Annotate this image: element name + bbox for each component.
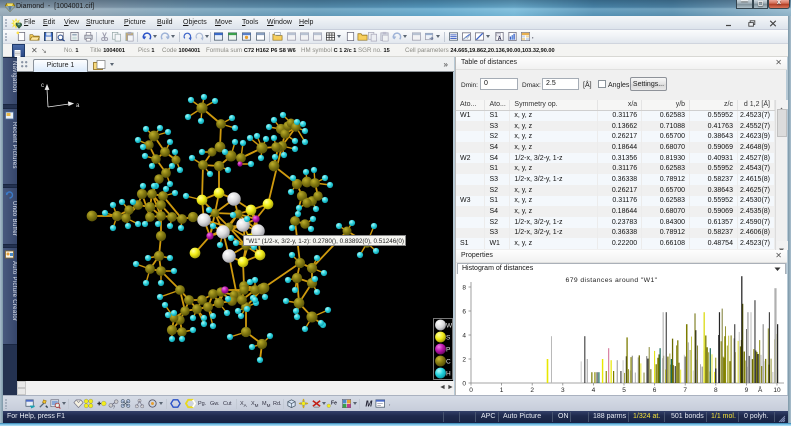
svg-text:P: P — [446, 347, 450, 354]
svg-text:6: 6 — [653, 387, 657, 394]
svg-text:c: c — [41, 83, 44, 89]
svg-text:8: 8 — [714, 387, 718, 394]
svg-text:2: 2 — [530, 387, 534, 394]
svg-text:9: 9 — [745, 387, 749, 394]
svg-text:W: W — [446, 323, 452, 330]
svg-text:a: a — [76, 103, 80, 109]
svg-text:10: 10 — [773, 387, 781, 394]
svg-text:Fe: Fe — [331, 400, 337, 406]
svg-text:0: 0 — [462, 381, 466, 388]
svg-text:S: S — [446, 335, 451, 342]
svg-text:A: A — [498, 36, 502, 42]
svg-text:H: H — [446, 371, 451, 378]
svg-text:5: 5 — [622, 387, 626, 394]
svg-text:Å: Å — [758, 385, 763, 394]
svg-text:7: 7 — [683, 387, 687, 394]
svg-text:4: 4 — [592, 387, 596, 394]
svg-text:C: C — [446, 359, 451, 366]
svg-text:M: M — [365, 400, 373, 409]
svg-text:1: 1 — [500, 387, 504, 394]
svg-text:?: ? — [113, 405, 116, 409]
svg-text:8: 8 — [462, 285, 466, 292]
svg-text:0: 0 — [469, 387, 473, 394]
svg-text:3: 3 — [561, 387, 565, 394]
svg-text:4: 4 — [462, 333, 466, 340]
svg-text:2: 2 — [462, 357, 466, 364]
svg-text:6: 6 — [462, 309, 466, 316]
